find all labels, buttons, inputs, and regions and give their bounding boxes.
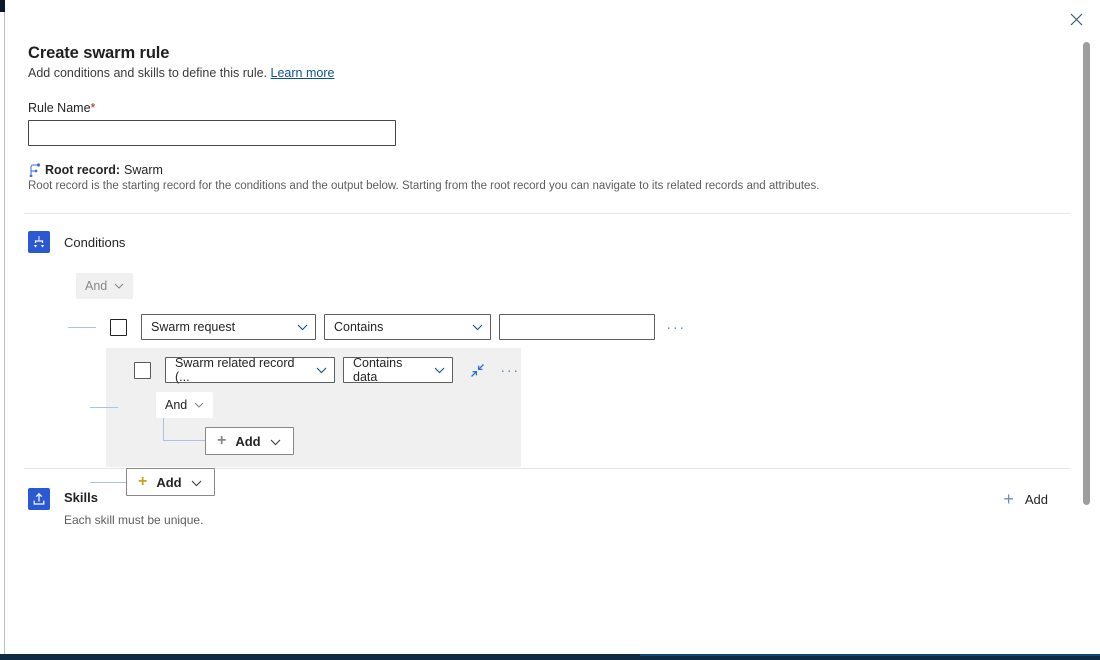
group-attribute-dropdown[interactable]: Swarm related record (... [165,357,335,383]
panel-content: Create swarm rule Add conditions and ski… [22,0,1074,527]
condition-operator-dropdown[interactable]: Contains [324,314,491,340]
group-condition-checkbox[interactable] [134,362,151,379]
section-divider [24,213,1070,214]
root-record-description: Root record is the starting record for t… [28,180,1074,192]
skills-add-button[interactable]: + Add [1003,490,1048,508]
group-inner-connector-elbow [163,418,206,441]
group-more-menu[interactable]: ··· [497,358,523,382]
condition-attribute-dropdown[interactable]: Swarm request [141,314,316,340]
rule-name-label: Rule Name* [28,101,1074,115]
chevron-down-icon [270,434,281,449]
chevron-down-icon [297,320,308,334]
underlying-page-edge [0,0,5,660]
upload-icon [28,488,50,510]
add-connector-line [90,482,126,483]
page-title: Create swarm rule [28,44,1074,63]
group-operator-value: And [85,279,107,293]
group-inner-add-button[interactable]: + Add [205,427,294,455]
group-inner-operator-value: And [165,398,187,412]
learn-more-link[interactable]: Learn more [271,66,335,80]
hierarchy-icon [28,163,41,177]
conditions-section-header: Conditions [28,231,1074,253]
condition-row-checkbox[interactable] [110,319,127,336]
root-record-label: Root record: [45,163,120,177]
skills-texts: Skills Each skill must be unique. [64,488,203,527]
group-operator-dropdown[interactable]: And [76,273,133,299]
group-connector-line [90,407,118,408]
rule-name-label-text: Rule Name [28,101,91,115]
chevron-down-icon [434,363,445,377]
group-attribute-value: Swarm related record (... [175,356,306,384]
skills-title: Skills [64,490,203,505]
condition-attribute-value: Swarm request [151,320,235,334]
condition-operator-value: Contains [334,320,383,334]
chevron-down-icon [194,402,204,408]
group-inner-add-label: Add [235,434,260,449]
root-record-line: Root record: Swarm [28,163,1074,177]
skills-section-header: Skills Each skill must be unique. + Add [28,488,1074,527]
chevron-down-icon [316,363,327,377]
skills-description: Each skill must be unique. [64,513,203,527]
conditions-body: And Swarm request [28,253,1074,340]
underlying-page-titlebar [0,0,5,12]
group-operator-value-2: Contains data [353,356,424,384]
bottom-bar-accent [640,654,1100,656]
rule-name-input[interactable] [28,120,396,146]
skills-add-label: Add [1025,492,1048,507]
root-record-value: Swarm [124,163,163,177]
chevron-down-icon [472,320,483,334]
chevron-down-icon [114,283,124,289]
condition-row: Swarm request Contains [28,314,1074,340]
required-marker: * [91,101,96,115]
condition-value-input[interactable] [499,314,655,340]
group-inner-operator-dropdown[interactable]: And [156,392,213,418]
scrollbar-thumb[interactable] [1083,42,1090,505]
group-operator-dropdown-2[interactable]: Contains data [343,357,453,383]
subtitle-text: Add conditions and skills to define this… [28,66,267,80]
group-condition-row: Swarm related record (... Contains data [120,357,523,383]
create-swarm-rule-panel: Create swarm rule Add conditions and ski… [6,0,1100,654]
condition-row-more-menu[interactable]: ··· [663,315,689,339]
plus-icon: + [217,433,226,449]
collapse-icon[interactable] [465,358,489,382]
conditions-icon [28,231,50,253]
plus-icon: + [1003,490,1014,508]
page-subtitle: Add conditions and skills to define this… [28,66,1074,80]
conditions-title: Conditions [64,235,125,250]
row-connector-line [68,327,96,328]
